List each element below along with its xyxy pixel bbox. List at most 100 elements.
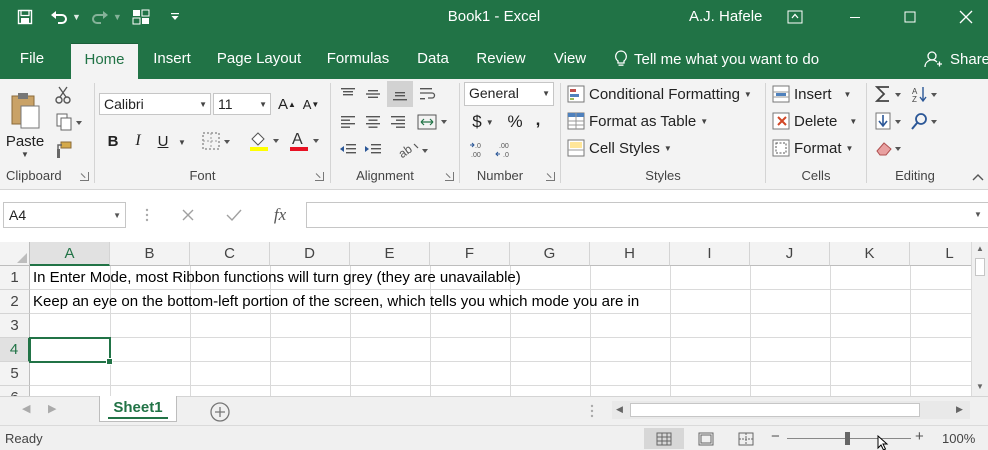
cell-a1[interactable]: In Enter Mode, most Ribbon functions wil… [33,269,521,286]
row-header[interactable]: 1 [0,266,30,290]
cell-a2[interactable]: Keep an eye on the bottom-left portion o… [33,293,639,310]
column-header[interactable]: G [510,242,590,266]
column-header[interactable]: E [350,242,430,266]
vertical-scrollbar[interactable]: ▲ ▼ [971,242,988,396]
zoom-out-icon[interactable]: − [771,428,780,445]
column-header[interactable]: F [430,242,510,266]
number-launcher-icon[interactable] [546,172,555,181]
clipboard-launcher-icon[interactable] [80,172,89,181]
active-cell-a4[interactable] [29,337,113,365]
align-top-icon[interactable] [337,83,359,105]
orientation-wrap-icon[interactable] [417,83,439,105]
zoom-level[interactable]: 100% [942,431,975,446]
row-header[interactable]: 6 [0,386,30,396]
page-layout-view-icon[interactable] [686,428,726,449]
tab-view[interactable]: View [545,43,595,79]
zoom-slider-thumb[interactable] [845,432,850,445]
formula-input[interactable] [306,202,988,228]
sheet-tab-sheet1[interactable]: Sheet1 [99,396,177,422]
bold-button[interactable]: B [103,130,123,152]
decrease-indent-icon[interactable] [337,139,359,161]
borders-icon[interactable] [199,131,235,151]
row-header[interactable]: 5 [0,362,30,386]
column-header[interactable]: K [830,242,910,266]
scroll-up-icon[interactable]: ▲ [976,244,984,253]
row-header[interactable]: 2 [0,290,30,314]
align-left-icon[interactable] [337,111,359,133]
undo-dropdown-icon[interactable]: ▼ [72,12,81,22]
increase-font-size-icon[interactable]: A ▲ [277,94,297,114]
clear-icon[interactable] [873,137,907,159]
tab-formulas[interactable]: Formulas [318,43,398,79]
align-middle-icon[interactable] [362,83,384,105]
scroll-down-icon[interactable]: ▼ [976,382,984,391]
prev-sheet-icon[interactable]: ◀ [22,402,30,415]
cell-styles-button[interactable]: Cell Styles ▼ [567,137,677,159]
decrease-decimal-icon[interactable]: .00.0 [494,139,516,161]
find-select-icon[interactable] [909,110,943,132]
italic-button[interactable]: I [128,130,148,152]
scroll-right-icon[interactable]: ▶ [956,404,963,415]
tell-me-search[interactable]: Tell me what you want to do [614,50,819,68]
form-icon[interactable] [126,6,156,28]
paste-button[interactable]: Paste ▼ [6,85,44,165]
formula-bar-grip-icon[interactable] [140,202,154,228]
tab-data[interactable]: Data [408,43,458,79]
format-painter-icon[interactable] [52,139,74,161]
select-all-corner[interactable] [0,242,30,266]
increase-decimal-icon[interactable]: .0.00 [468,139,490,161]
tab-review[interactable]: Review [468,43,534,79]
row-header[interactable]: 4 [0,338,30,362]
conditional-formatting-button[interactable]: Conditional Formatting ▼ [567,83,763,105]
accounting-format-button[interactable]: $ ▼ [468,111,498,133]
format-cells-button[interactable]: Format ▼ [772,137,860,159]
customize-qat-icon[interactable] [160,6,190,28]
page-break-preview-icon[interactable] [726,428,766,449]
font-launcher-icon[interactable] [315,172,324,181]
merge-center-icon[interactable] [415,111,451,133]
save-icon[interactable] [10,6,40,28]
copy-icon[interactable] [52,111,86,133]
column-header[interactable]: D [270,242,350,266]
new-sheet-icon[interactable] [209,401,231,423]
column-header[interactable]: I [670,242,750,266]
minimize-icon[interactable] [832,0,878,34]
horizontal-scrollbar[interactable]: ◀ ▶ [612,401,970,419]
close-icon[interactable] [943,0,988,34]
ribbon-display-options-icon[interactable] [772,0,818,34]
format-as-table-button[interactable]: Format as Table ▼ [567,110,717,132]
percent-style-button[interactable]: % [504,111,526,133]
fill-icon[interactable] [873,110,907,132]
column-header[interactable]: H [590,242,670,266]
underline-button[interactable]: U [153,130,173,152]
align-center-icon[interactable] [362,111,384,133]
undo-icon[interactable] [44,6,74,28]
column-header[interactable]: B [110,242,190,266]
horizontal-scroll-thumb[interactable] [630,403,920,417]
comma-style-button[interactable]: , [530,109,546,131]
normal-view-icon[interactable] [644,428,684,449]
font-color-icon[interactable]: A [287,129,323,153]
align-right-icon[interactable] [387,111,409,133]
fill-color-icon[interactable] [247,129,283,153]
user-name[interactable]: A.J. Hafele [689,8,762,25]
column-header[interactable]: C [190,242,270,266]
font-name-combo[interactable]: Calibri ▼ [99,93,211,115]
orientation-icon[interactable]: ab [395,139,431,161]
cancel-entry-icon[interactable] [172,202,204,228]
sort-filter-icon[interactable]: AZ [909,83,943,105]
tab-page-layout[interactable]: Page Layout [210,43,308,79]
name-box[interactable]: A4 ▼ [3,202,126,228]
tab-home[interactable]: Home [71,43,138,79]
underline-dropdown-icon[interactable]: ▼ [178,138,186,147]
column-header[interactable]: L [910,242,971,266]
expand-formula-bar-icon[interactable]: ▼ [974,210,982,219]
scroll-left-icon[interactable]: ◀ [616,404,623,415]
number-format-combo[interactable]: General ▼ [464,82,554,106]
tab-split-grip-icon[interactable] [590,403,596,419]
column-header[interactable]: A [30,242,110,266]
insert-function-button[interactable]: fx [264,202,296,228]
next-sheet-icon[interactable]: ▶ [48,402,56,415]
cut-icon[interactable] [52,84,74,106]
row-header[interactable]: 3 [0,314,30,338]
